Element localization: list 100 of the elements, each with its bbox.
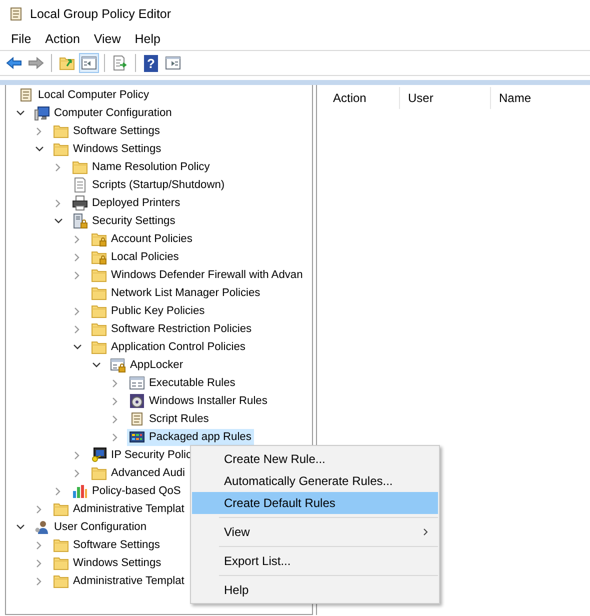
chevron-right-icon[interactable] — [36, 126, 42, 136]
tree-item[interactable]: Software Settings — [51, 122, 163, 140]
folder-icon — [91, 339, 107, 355]
app-tiles-icon — [129, 429, 145, 445]
folder-icon — [53, 141, 69, 157]
tree-item[interactable]: Windows Settings — [51, 554, 164, 572]
tree-item[interactable]: Policy-based QoS — [70, 482, 184, 500]
chevron-right-icon[interactable] — [36, 576, 42, 586]
user-icon — [34, 519, 50, 535]
chevron-right-icon[interactable] — [74, 468, 80, 478]
chevron-down-icon[interactable] — [72, 344, 82, 350]
tree-item[interactable]: Application Control Policies — [89, 338, 248, 356]
folder-icon — [53, 573, 69, 589]
tree-item[interactable]: Network List Manager Policies — [89, 284, 264, 302]
scroll-icon — [129, 411, 145, 427]
locked-folder-icon — [91, 231, 107, 247]
folder-icon — [53, 555, 69, 571]
menu-item[interactable]: View — [192, 521, 438, 543]
tree-item[interactable]: Executable Rules — [127, 374, 238, 392]
column-header[interactable]: User — [400, 87, 491, 109]
chevron-right-icon[interactable] — [74, 450, 80, 460]
scroll-icon — [18, 87, 34, 103]
computer-icon — [34, 105, 50, 121]
tree-item[interactable]: Software Restriction Policies — [89, 320, 255, 338]
chevron-right-icon[interactable] — [112, 432, 118, 442]
tree-item[interactable]: Deployed Printers — [70, 194, 184, 212]
bar-chart-icon — [72, 483, 88, 499]
folder-icon — [53, 501, 69, 517]
tree-item[interactable]: Security Settings — [70, 212, 178, 230]
chevron-right-icon[interactable] — [112, 414, 118, 424]
forward-arrow-icon — [28, 55, 44, 71]
chevron-right-icon[interactable] — [112, 396, 118, 406]
menu-item[interactable]: Action — [38, 32, 87, 46]
folder-icon — [53, 537, 69, 553]
menu-item[interactable]: Export List... — [192, 550, 438, 572]
folder-icon — [91, 267, 107, 283]
menu-item[interactable]: Create New Rule... — [192, 448, 438, 470]
tree-item[interactable]: Software Settings — [51, 536, 163, 554]
chevron-right-icon[interactable] — [36, 540, 42, 550]
chevron-right-icon[interactable] — [36, 504, 42, 514]
window-title: Local Group Policy Editor — [30, 7, 172, 21]
folder-icon — [91, 321, 107, 337]
chevron-down-icon[interactable] — [16, 524, 24, 530]
menu-item[interactable]: File — [4, 32, 38, 46]
tree-item[interactable]: Windows Defender Firewall with Advan — [89, 266, 306, 284]
printer-icon — [72, 195, 88, 211]
chevron-right-icon[interactable] — [112, 378, 118, 388]
chevron-right-icon[interactable] — [74, 270, 80, 280]
column-header[interactable]: Action — [325, 87, 400, 109]
menu-item[interactable]: View — [86, 32, 128, 46]
tree-item[interactable]: Advanced Audi — [89, 464, 188, 482]
menu-item[interactable]: Help — [128, 32, 168, 46]
pane-toggle-icon — [81, 55, 97, 71]
tree-item[interactable]: Administrative Templat — [51, 572, 188, 590]
chevron-right-icon[interactable] — [55, 162, 61, 172]
locked-server-icon — [72, 213, 88, 229]
locked-window-icon — [110, 357, 126, 373]
chevron-down-icon[interactable] — [16, 110, 24, 116]
tree-item[interactable]: Windows Settings — [51, 140, 164, 158]
chevron-down-icon[interactable] — [34, 146, 44, 152]
locked-folder-icon — [91, 249, 107, 265]
tree-item[interactable]: User Configuration — [32, 518, 150, 536]
chevron-down-icon[interactable] — [92, 362, 100, 368]
chevron-right-icon[interactable] — [55, 486, 61, 496]
tree-item[interactable]: AppLocker — [108, 356, 186, 374]
tree-item[interactable]: Local Computer Policy — [16, 86, 152, 104]
scroll-icon — [8, 6, 24, 22]
tree-item[interactable]: Administrative Templat — [51, 500, 188, 518]
menu-item[interactable]: Create Default Rules — [192, 492, 438, 514]
menu-item[interactable]: Help — [192, 579, 438, 601]
tree-item[interactable]: Name Resolution Policy — [70, 158, 213, 176]
chevron-right-icon[interactable] — [74, 234, 80, 244]
export-list-icon — [112, 55, 128, 71]
back-arrow-icon — [6, 55, 22, 71]
chevron-right-icon[interactable] — [74, 252, 80, 262]
tree-item[interactable]: Account Policies — [89, 230, 196, 248]
chevron-right-icon[interactable] — [55, 198, 61, 208]
script-file-icon — [72, 177, 88, 193]
help-button[interactable]: ? — [141, 53, 161, 73]
folder-icon — [91, 465, 107, 481]
column-header[interactable]: Name — [491, 87, 567, 109]
chevron-right-icon[interactable] — [74, 324, 80, 334]
chevron-right-icon[interactable] — [74, 306, 80, 316]
tree-item[interactable]: Packaged app Rules — [127, 428, 254, 446]
folder-icon — [91, 303, 107, 319]
tree-item[interactable]: Local Policies — [89, 248, 182, 266]
folder-icon — [91, 285, 107, 301]
menu-item[interactable]: Automatically Generate Rules... — [192, 470, 438, 492]
window-icon — [129, 375, 145, 391]
chevron-right-icon[interactable] — [36, 558, 42, 568]
tree-item[interactable]: Script Rules — [127, 410, 212, 428]
tree-item[interactable]: Scripts (Startup/Shutdown) — [70, 176, 228, 194]
tree-item[interactable]: IP Security Polic — [89, 446, 195, 464]
toolbar-button[interactable] — [79, 53, 99, 73]
tree-item[interactable]: Computer Configuration — [32, 104, 175, 122]
pane-toggle-icon — [165, 55, 181, 71]
tree-item[interactable]: Windows Installer Rules — [127, 392, 270, 410]
chevron-down-icon[interactable] — [54, 218, 62, 224]
folder-up-icon — [59, 55, 75, 71]
tree-item[interactable]: Public Key Policies — [89, 302, 208, 320]
